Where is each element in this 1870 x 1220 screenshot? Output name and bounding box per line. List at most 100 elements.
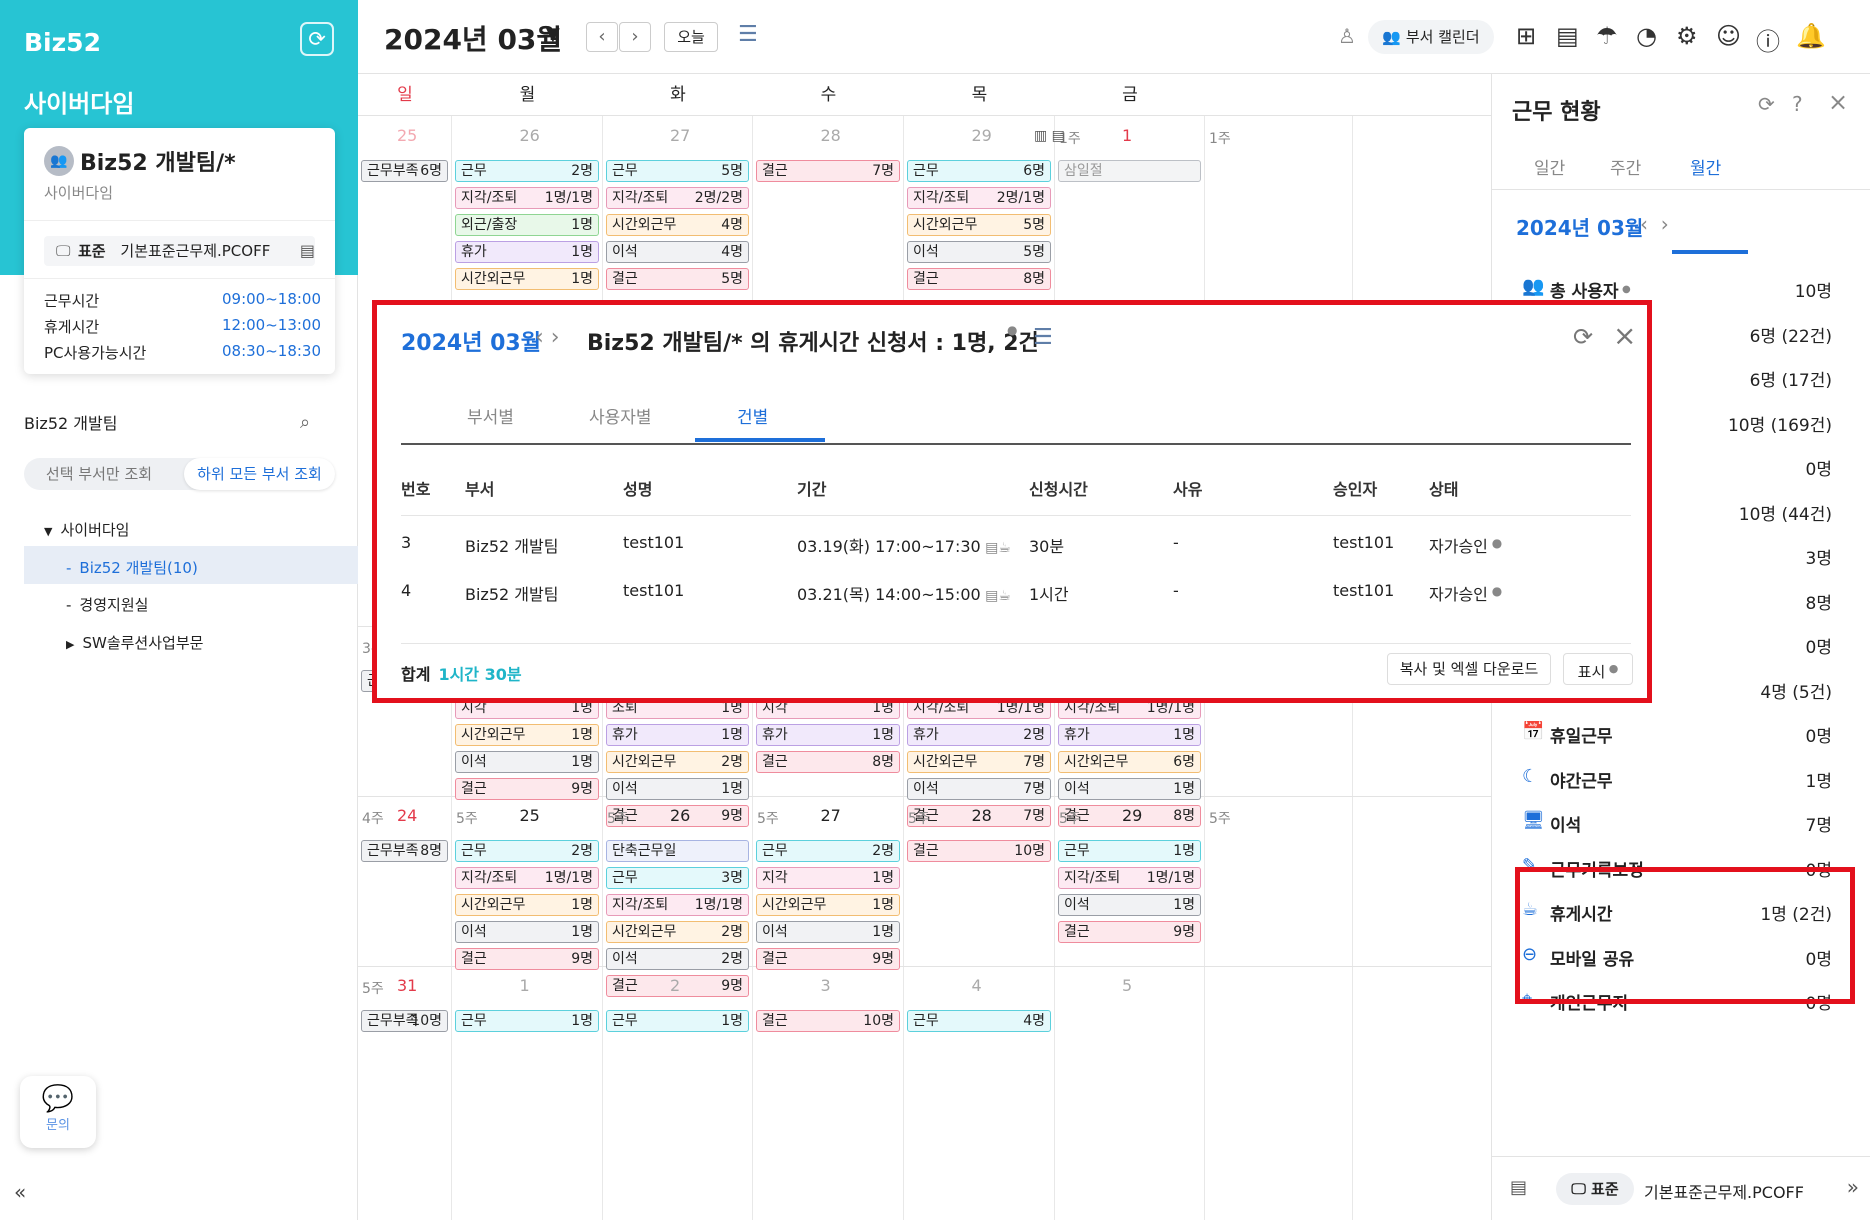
calendar-event[interactable]: 근무 4명 xyxy=(907,1010,1051,1032)
calendar-event[interactable]: 시간외근무 1명 xyxy=(455,894,599,916)
report-search-icon[interactable]: ⊞ xyxy=(1516,22,1536,50)
date-number[interactable]: 26 xyxy=(520,126,540,145)
calendar-event[interactable]: 지각/조퇴 2명/2명 xyxy=(606,187,749,209)
dialog-month-nav[interactable]: ‹ › xyxy=(535,325,560,350)
calendar-event[interactable]: 근무 2명 xyxy=(756,840,900,862)
calendar-event[interactable]: 이석 5명 xyxy=(907,241,1051,263)
date-number[interactable]: 27 xyxy=(821,806,841,825)
next-month-button[interactable]: › xyxy=(619,22,651,52)
calendar-event[interactable]: 결근 10명 xyxy=(907,840,1051,862)
collapse-sidebar-icon[interactable]: « xyxy=(14,1180,26,1204)
account-icon[interactable]: ☺ xyxy=(1716,22,1741,50)
info-icon[interactable]: ● xyxy=(1007,323,1017,337)
filter-icon[interactable]: ☰ xyxy=(738,22,758,47)
tab-daily[interactable]: 일간 xyxy=(1534,154,1565,179)
date-number[interactable]: 1 xyxy=(520,976,530,995)
calendar-event[interactable]: 이석 1명 xyxy=(455,751,599,773)
calendar-event[interactable]: 시간외근무 2명 xyxy=(606,751,749,773)
calendar-event[interactable]: 지각 1명 xyxy=(756,867,900,889)
calendar-event[interactable]: 휴가 1명 xyxy=(756,724,900,746)
document-coffee-icon[interactable]: ▤☕ xyxy=(981,540,1011,556)
calendar-event[interactable]: 이석 1명 xyxy=(1058,894,1201,916)
user-icon[interactable]: ♙ xyxy=(1338,24,1356,48)
calendar-event[interactable]: 결근 5명 xyxy=(606,268,749,290)
calendar-event[interactable]: 시간외근무 4명 xyxy=(606,214,749,236)
calendar-event[interactable]: 결근 9명 xyxy=(455,778,599,800)
calendar-event[interactable]: 결근 9명 xyxy=(756,948,900,970)
calendar-event[interactable]: 근무 1명 xyxy=(606,1010,749,1032)
date-number[interactable]: 4 xyxy=(972,976,982,995)
calendar-event[interactable]: 시간외근무 1명 xyxy=(455,268,599,290)
date-number[interactable]: 2 xyxy=(670,976,680,995)
calendar-event[interactable]: 근무 1명 xyxy=(1058,840,1201,862)
scope-selected-only[interactable]: 선택 부서만 조회 xyxy=(24,458,174,490)
calendar-event[interactable]: 휴가 1명 xyxy=(455,241,599,263)
document-icon[interactable]: ▤ xyxy=(300,236,315,266)
stats-icons[interactable]: ▥ ▤ xyxy=(1034,128,1065,144)
date-number[interactable]: 1 xyxy=(1122,126,1132,145)
calendar-event[interactable]: 지각/조퇴 1명/1명 xyxy=(1058,867,1201,889)
search-icon[interactable]: ⌕ xyxy=(300,412,310,433)
date-number[interactable]: 27 xyxy=(670,126,690,145)
dept-calendar-button[interactable]: 👥 부서 캘린더 xyxy=(1368,20,1494,54)
stat-row[interactable]: 🖥 이석 7명 xyxy=(1516,808,1842,838)
calendar-event[interactable]: 지각/조퇴 1명/1명 xyxy=(606,894,749,916)
calendar-event[interactable]: 이석 1명 xyxy=(455,921,599,943)
tree-item-company[interactable]: ▼ 사이버다임 xyxy=(44,519,129,540)
date-number[interactable]: 31 xyxy=(397,976,417,995)
current-month[interactable]: 2024년 03월 xyxy=(384,18,562,58)
refresh-icon[interactable]: ⟳ xyxy=(1573,323,1593,351)
calendar-event[interactable]: 이석 2명 xyxy=(606,948,749,970)
calendar-event[interactable]: 결근 8명 xyxy=(756,751,900,773)
filter-icon[interactable]: ☰ xyxy=(1033,325,1053,350)
calendar-event[interactable]: 결근 8명 xyxy=(907,268,1051,290)
stat-row[interactable]: 📅 휴일근무 0명 xyxy=(1516,719,1842,749)
calendar-event[interactable]: 근무부족 10명 xyxy=(361,1010,448,1032)
calendar-event[interactable]: 지각/조퇴 1명/1명 xyxy=(455,187,599,209)
schedule-pill[interactable]: 🖵 표준 xyxy=(1556,1173,1634,1205)
calendar-event[interactable]: 지각/조퇴 1명/1명 xyxy=(455,867,599,889)
tree-item-management[interactable]: - 경영지원실 xyxy=(66,594,148,615)
logo[interactable]: Biz52 xyxy=(24,28,101,57)
calendar-event[interactable]: 근무부족 8명 xyxy=(361,840,448,862)
info-icon[interactable]: ● xyxy=(1488,584,1502,598)
info-icon[interactable]: ● xyxy=(1488,536,1502,550)
schedule-box[interactable]: 🖵 표준 기본표준근무제.PCOFF ▤ xyxy=(44,236,315,266)
tab-by-user[interactable]: 사용자별 xyxy=(589,403,652,428)
date-number[interactable]: 25 xyxy=(397,126,417,145)
inquiry-button[interactable]: 💬 문의 xyxy=(20,1076,96,1148)
tab-weekly[interactable]: 주간 xyxy=(1610,154,1641,179)
calendar-event[interactable]: 휴가 1명 xyxy=(606,724,749,746)
calendar-event[interactable]: 시간외근무 1명 xyxy=(756,894,900,916)
date-number[interactable]: 29 xyxy=(1122,806,1142,825)
calendar-event[interactable]: 단축근무일 xyxy=(606,840,749,862)
calendar-event[interactable]: 근무 2명 xyxy=(455,840,599,862)
date-number[interactable]: 3 xyxy=(821,976,831,995)
date-number[interactable]: 28 xyxy=(821,126,841,145)
bell-icon[interactable]: 🔔 xyxy=(1796,22,1826,50)
date-number[interactable]: 26 xyxy=(670,806,690,825)
calendar-event[interactable]: 결근 9명 xyxy=(455,948,599,970)
refresh-icon[interactable]: ⟳ xyxy=(1758,92,1775,116)
calendar-event[interactable]: 이석 1명 xyxy=(606,778,749,800)
close-icon[interactable]: × xyxy=(1828,88,1848,116)
calendar-event[interactable]: 지각/조퇴 2명/1명 xyxy=(907,187,1051,209)
calendar-event[interactable]: 결근 7명 xyxy=(756,160,900,182)
date-number[interactable]: 28 xyxy=(972,806,992,825)
calendar-event[interactable]: 결근 10명 xyxy=(756,1010,900,1032)
date-number[interactable]: 5 xyxy=(1122,976,1132,995)
team-search-label[interactable]: Biz52 개발팀 xyxy=(24,410,324,434)
chevron-down-icon[interactable]: ▼ xyxy=(546,24,560,45)
table-cell[interactable]: 03.19(화) 17:00~17:30 ▤☕ xyxy=(797,533,1011,557)
tree-item-sw-solution[interactable]: ▶ SW솔루션사업부문 xyxy=(66,632,203,653)
today-button[interactable]: 오늘 xyxy=(664,22,718,52)
prev-month-button[interactable]: ‹ xyxy=(586,22,618,52)
calendar-event[interactable]: 시간외근무 7명 xyxy=(907,751,1051,773)
calendar-event[interactable]: 휴가 1명 xyxy=(1058,724,1201,746)
help-icon[interactable]: ? xyxy=(1792,92,1803,116)
calendar-event[interactable]: 이석 7명 xyxy=(907,778,1051,800)
display-button[interactable]: 표시 ● xyxy=(1563,653,1633,685)
calendar-event[interactable]: 이석 1명 xyxy=(1058,778,1201,800)
calendar-event[interactable]: 근무 3명 xyxy=(606,867,749,889)
pie-chart-icon[interactable]: ◔ xyxy=(1636,22,1657,50)
